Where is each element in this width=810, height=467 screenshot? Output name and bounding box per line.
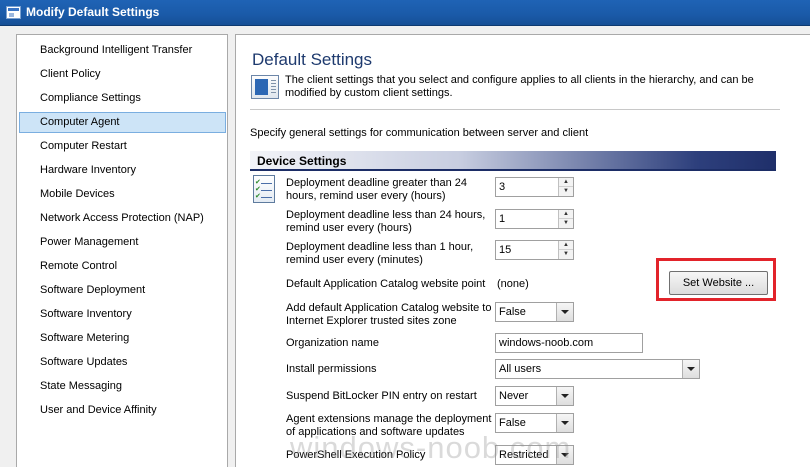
window-title: Modify Default Settings	[26, 5, 160, 19]
deadline-lt24-label: Deployment deadline less than 24 hours, …	[286, 209, 486, 234]
sidebar-item-client-policy[interactable]: Client Policy	[19, 64, 226, 85]
settings-panel: Default Settings The client settings tha…	[235, 34, 810, 467]
sidebar-item-power-management[interactable]: Power Management	[19, 232, 226, 253]
settings-info-icon	[251, 75, 279, 99]
install-permissions-value: All users	[499, 363, 542, 375]
sidebar-item-computer-agent[interactable]: Computer Agent	[19, 112, 226, 133]
dropdown-arrow-icon[interactable]	[556, 303, 573, 321]
deadline-gt24-stepper[interactable]: 3 ▲ ▼	[495, 177, 574, 197]
sidebar-item-software-updates[interactable]: Software Updates	[19, 352, 226, 373]
page-description: The client settings that you select and …	[285, 74, 754, 99]
set-website-button[interactable]: Set Website ...	[669, 271, 768, 295]
stepper-down-arrow-icon[interactable]: ▼	[559, 187, 573, 196]
sidebar-item-state-messaging[interactable]: State Messaging	[19, 376, 226, 397]
deadline-lt24-stepper[interactable]: 1 ▲ ▼	[495, 209, 574, 229]
section-title: Device Settings	[257, 154, 347, 168]
sidebar-item-nap[interactable]: Network Access Protection (NAP)	[19, 208, 226, 229]
sidebar-item-hardware-inventory[interactable]: Hardware Inventory	[19, 160, 226, 181]
section-description: Specify general settings for communicati…	[250, 127, 589, 139]
sidebar-item-remote-control[interactable]: Remote Control	[19, 256, 226, 277]
org-name-label: Organization name	[286, 337, 379, 349]
page-title: Default Settings	[252, 50, 373, 69]
suspend-bitlocker-value: Never	[499, 390, 529, 402]
suspend-bitlocker-dropdown[interactable]: Never	[495, 386, 574, 406]
deadline-lt1-value[interactable]: 15	[499, 244, 511, 256]
sidebar-item-computer-restart[interactable]: Computer Restart	[19, 136, 226, 157]
catalog-point-label: Default Application Catalog website poin…	[286, 278, 486, 290]
stepper-down-arrow-icon[interactable]: ▼	[559, 250, 573, 259]
add-trusted-sites-value: False	[499, 306, 526, 318]
deadline-lt24-value[interactable]: 1	[499, 213, 505, 225]
org-name-value[interactable]: windows-noob.com	[499, 337, 593, 349]
sidebar-item-software-inventory[interactable]: Software Inventory	[19, 304, 226, 325]
add-trusted-sites-dropdown[interactable]: False	[495, 302, 574, 322]
org-name-field[interactable]: windows-noob.com	[495, 333, 643, 353]
deadline-gt24-label: Deployment deadline greater than 24 hour…	[286, 177, 468, 202]
window-icon	[6, 6, 21, 19]
add-trusted-sites-label: Add default Application Catalog website …	[286, 302, 492, 327]
title-bar: Modify Default Settings	[0, 0, 810, 26]
stepper-up-arrow-icon[interactable]: ▲	[559, 210, 573, 219]
stepper-up-arrow-icon[interactable]: ▲	[559, 241, 573, 250]
sidebar-item-software-deployment[interactable]: Software Deployment	[19, 280, 226, 301]
sidebar-item-mobile-devices[interactable]: Mobile Devices	[19, 184, 226, 205]
settings-category-list[interactable]: Background Intelligent Transfer Client P…	[16, 34, 228, 467]
sidebar-item-software-metering[interactable]: Software Metering	[19, 328, 226, 349]
deadline-gt24-value[interactable]: 3	[499, 181, 505, 193]
watermark: windows-noob.com	[290, 430, 572, 465]
install-permissions-dropdown[interactable]: All users	[495, 359, 700, 379]
sidebar-item-user-device-affinity[interactable]: User and Device Affinity	[19, 400, 226, 421]
sidebar-item-compliance-settings[interactable]: Compliance Settings	[19, 88, 226, 109]
suspend-bitlocker-label: Suspend BitLocker PIN entry on restart	[286, 390, 477, 402]
stepper-up-arrow-icon[interactable]: ▲	[559, 178, 573, 187]
stepper-down-arrow-icon[interactable]: ▼	[559, 219, 573, 228]
agent-extensions-value: False	[499, 417, 526, 429]
checklist-icon: ✔ ✔ ✔	[253, 175, 279, 205]
divider	[250, 109, 780, 110]
dropdown-arrow-icon[interactable]	[556, 387, 573, 405]
deadline-lt1-stepper[interactable]: 15 ▲ ▼	[495, 240, 574, 260]
catalog-point-value: (none)	[497, 278, 529, 290]
dropdown-arrow-icon[interactable]	[682, 360, 699, 378]
sidebar-item-bits[interactable]: Background Intelligent Transfer	[19, 40, 226, 61]
section-header: Device Settings	[250, 151, 776, 171]
deadline-lt1-label: Deployment deadline less than 1 hour, re…	[286, 241, 474, 266]
install-permissions-label: Install permissions	[286, 363, 377, 375]
